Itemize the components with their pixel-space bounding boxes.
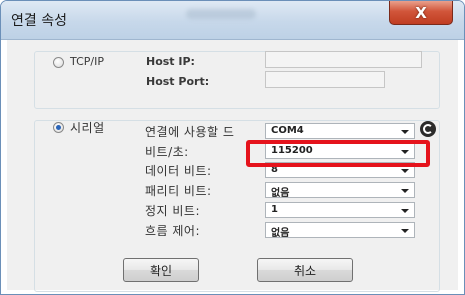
baud-rate-label: 비트/초: xyxy=(145,145,189,159)
flow-control-select-value: 없음 xyxy=(271,228,290,239)
close-icon: X xyxy=(415,3,427,22)
serial-radio-label[interactable]: 시리얼 xyxy=(70,119,105,136)
stop-bits-select-value: 1 xyxy=(271,204,278,215)
serial-radio[interactable] xyxy=(53,122,64,133)
port-label: 연결에 사용할 드 xyxy=(145,125,235,139)
host-port-input[interactable] xyxy=(265,71,385,88)
chevron-down-icon xyxy=(401,189,409,193)
ok-button[interactable]: 확인 xyxy=(123,258,199,282)
parity-select[interactable]: 없음 xyxy=(265,182,415,199)
flow-control-select[interactable]: 없음 xyxy=(265,222,415,239)
chevron-down-icon xyxy=(401,209,409,213)
dialog-title: 연결 속성 xyxy=(11,13,67,29)
baud-rate-highlight-box xyxy=(246,140,430,167)
stop-bits-select[interactable]: 1 xyxy=(265,202,415,218)
tcp-ip-radio-label[interactable]: TCP/IP xyxy=(70,55,104,68)
parity-select-value: 없음 xyxy=(271,188,290,199)
host-port-label: Host Port: xyxy=(146,75,210,88)
host-ip-label: Host IP: xyxy=(146,55,195,68)
tcp-ip-radio[interactable] xyxy=(53,57,64,68)
cancel-button[interactable]: 취소 xyxy=(257,258,353,282)
chevron-down-icon xyxy=(401,229,409,233)
chevron-down-icon xyxy=(401,130,409,134)
parity-label: 패리티 비트: xyxy=(145,184,212,198)
title-bar[interactable]: 연결 속성 X xyxy=(1,1,464,40)
port-select[interactable]: COM4 xyxy=(265,123,415,139)
connection-properties-dialog: 연결 속성 X TCP/IP Host IP: Host Port: 시리얼 연… xyxy=(0,0,465,295)
host-ip-input[interactable] xyxy=(265,51,422,68)
flow-control-label: 흐름 제어: xyxy=(145,224,201,238)
port-select-value: COM4 xyxy=(271,125,304,136)
refresh-icon[interactable] xyxy=(420,121,436,137)
data-bits-label: 데이터 비트: xyxy=(145,164,212,178)
close-button[interactable]: X xyxy=(389,1,453,25)
chevron-down-icon xyxy=(401,169,409,173)
stop-bits-label: 정지 비트: xyxy=(145,204,201,218)
title-bar-blur xyxy=(186,9,256,19)
